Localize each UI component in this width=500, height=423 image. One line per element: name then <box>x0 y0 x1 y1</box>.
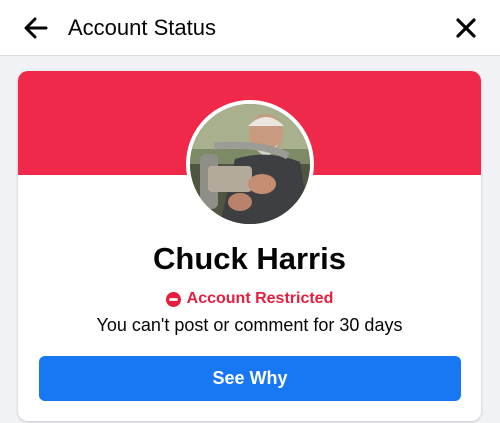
restricted-icon <box>165 291 181 307</box>
see-why-button[interactable]: See Why <box>39 356 461 401</box>
arrow-left-icon <box>24 17 48 39</box>
account-status: Account Restricted <box>18 290 481 308</box>
avatar-frame <box>186 100 314 228</box>
close-icon <box>456 18 476 38</box>
app-header: Account Status <box>0 0 500 56</box>
close-button[interactable] <box>448 10 484 46</box>
status-badge: Account Restricted <box>186 290 334 307</box>
back-button[interactable] <box>20 12 52 44</box>
avatar <box>190 104 310 224</box>
profile-photo <box>190 104 310 224</box>
page-title: Account Status <box>68 15 216 40</box>
user-name: Chuck Harris <box>153 241 346 276</box>
restriction-message: You can't post or comment for 30 days <box>96 315 403 335</box>
account-status-card: Chuck Harris Account Restricted You can'… <box>18 71 481 421</box>
